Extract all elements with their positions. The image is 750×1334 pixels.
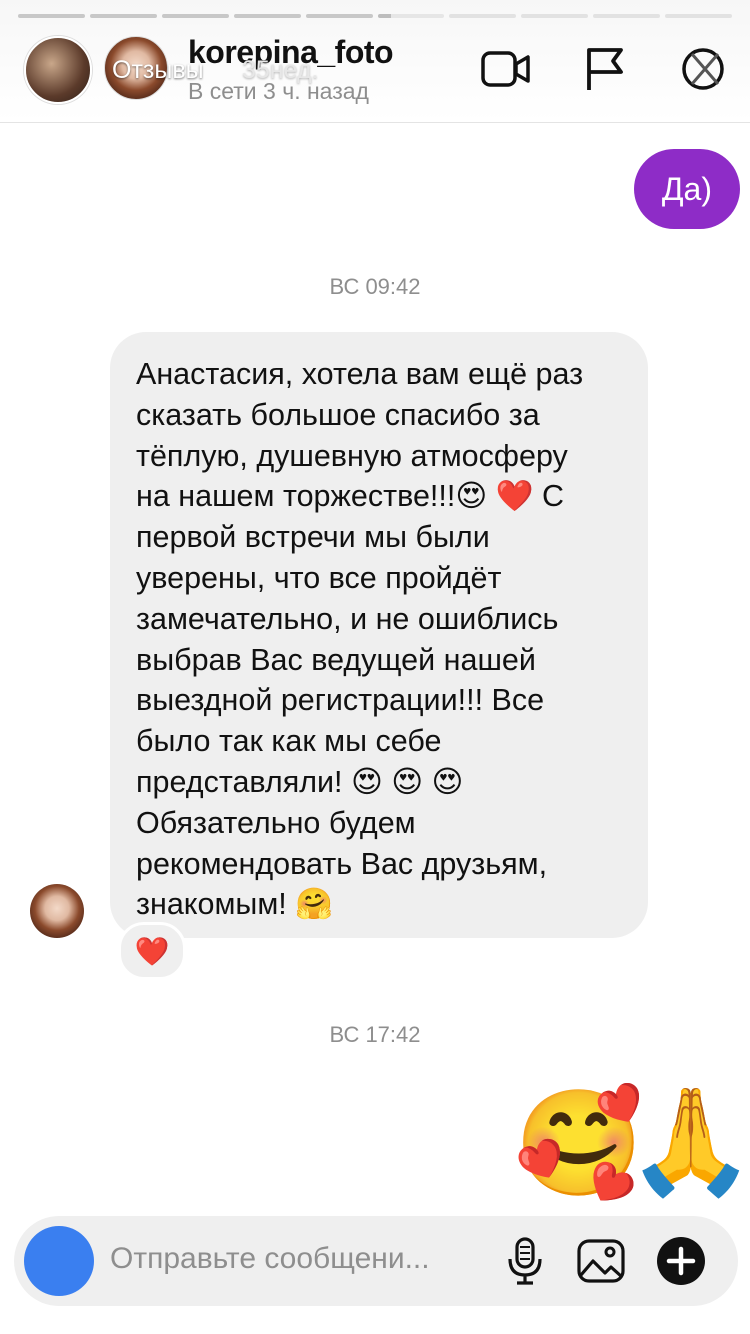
message-line: первой встречи мы были [136, 520, 490, 555]
message-input[interactable]: Отправьте сообщени... [110, 1242, 430, 1276]
message-line: было так как мы себе [136, 724, 442, 759]
message-line: уверены, что все пройдёт [136, 560, 502, 595]
message-composer: Отправьте сообщени... [14, 1216, 738, 1306]
story-title: Отзывы [112, 56, 204, 84]
heart-reaction[interactable]: ❤️ [118, 922, 186, 980]
close-icon[interactable] [678, 44, 728, 94]
microphone-icon[interactable] [500, 1236, 550, 1286]
message-line: знакомым! 🤗 [136, 887, 334, 922]
message-line: представляли! 😍 😍 😍 [136, 764, 464, 799]
message-line: сказать большое спасибо за [136, 397, 540, 432]
message-line: Обязательно будем [136, 805, 416, 840]
camera-button[interactable] [24, 1226, 94, 1296]
incoming-message[interactable]: Анастасия, хотела вам ещё раз сказать бо… [110, 332, 648, 938]
message-timestamp: ВС 09:42 [329, 274, 421, 299]
message-line: замечательно, и не ошиблись [136, 601, 559, 636]
outgoing-message[interactable]: Да) [633, 149, 740, 229]
message-line: выбрав Вас ведущей нашей [136, 642, 536, 677]
plus-icon[interactable] [656, 1236, 706, 1286]
folded-hands-emoji[interactable]: 🙏 [626, 1090, 750, 1194]
video-call-icon[interactable] [481, 44, 531, 94]
flag-icon[interactable] [580, 44, 630, 94]
message-line: на нашем торжестве!!!😍 ❤️ С [136, 479, 565, 514]
story-time: 35нед. [242, 56, 319, 84]
message-line: рекомендовать Вас друзьям, [136, 846, 548, 881]
message-timestamp: ВС 17:42 [329, 1022, 421, 1047]
sender-avatar[interactable] [30, 884, 84, 938]
message-line: тёплую, душевную атмосферу [136, 438, 568, 473]
chat-header: korepina_foto В сети 3 ч. назад Отзывы 3… [0, 0, 750, 123]
message-line: выездной регистрации!!! Все [136, 683, 545, 718]
image-icon[interactable] [576, 1236, 626, 1286]
story-progress-bar [18, 14, 733, 19]
smiling-hearts-emoji[interactable]: 🥰 [514, 1092, 644, 1196]
message-line: Анастасия, хотела вам ещё раз [136, 357, 584, 391]
story-author-avatar[interactable] [24, 36, 92, 104]
